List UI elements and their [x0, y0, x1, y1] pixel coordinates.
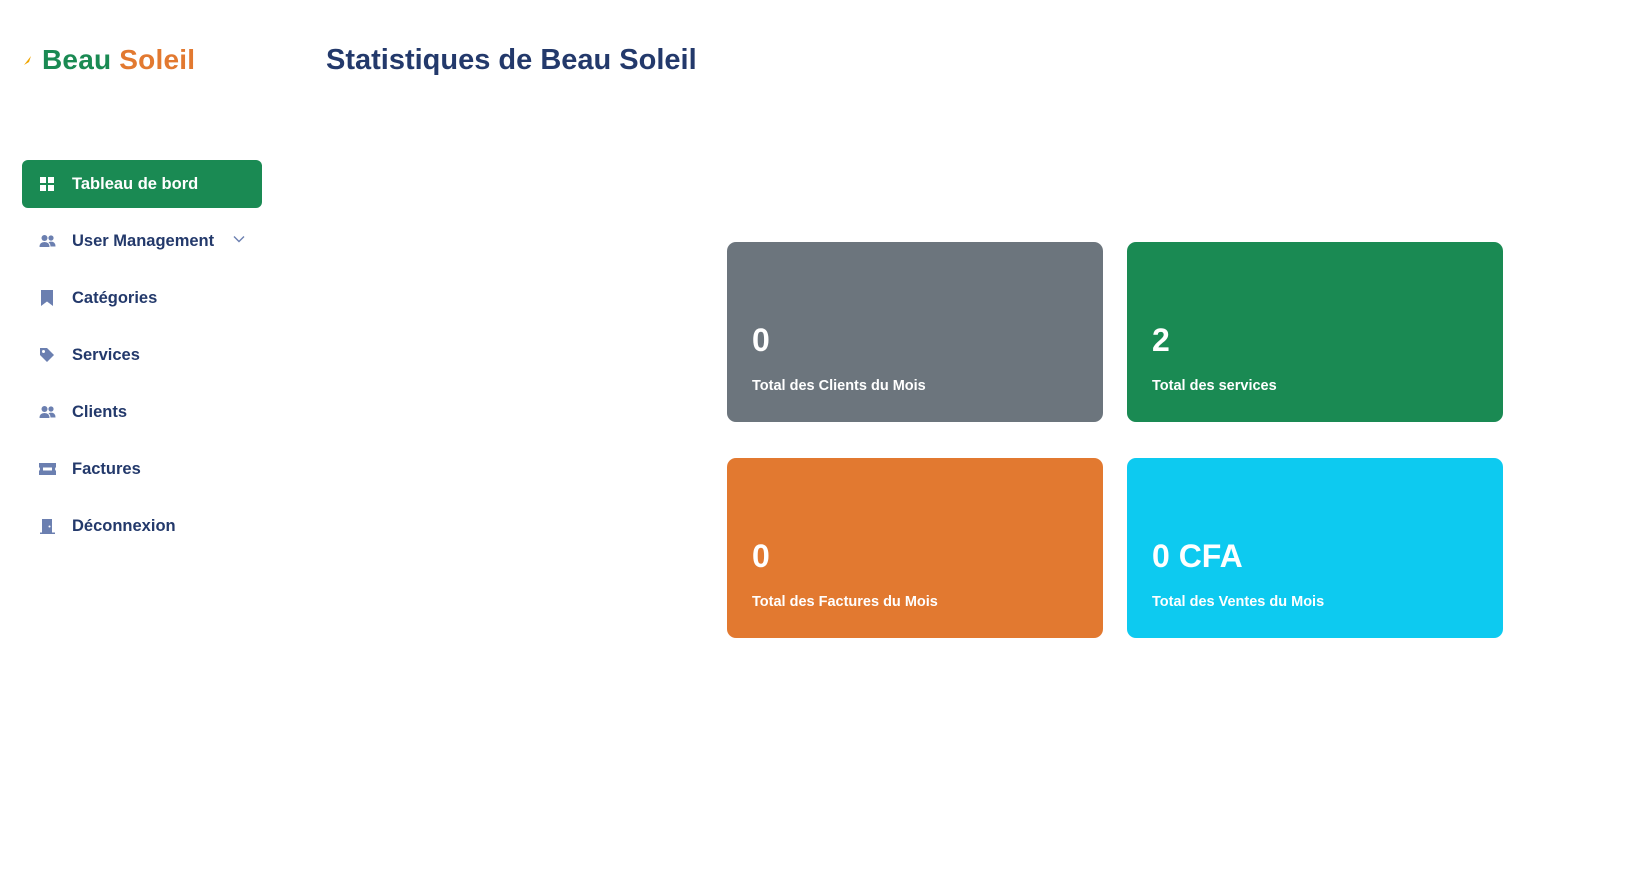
stat-card-clients: 0 Total des Clients du Mois — [727, 242, 1103, 422]
brand-logo[interactable]: Beau Soleil — [22, 44, 195, 76]
sidebar-item-factures[interactable]: Factures — [22, 445, 262, 493]
stats-grid: 0 Total des Clients du Mois 2 Total des … — [727, 242, 1503, 638]
sidebar-item-clients[interactable]: Clients — [22, 388, 262, 436]
stat-card-services: 2 Total des services — [1127, 242, 1503, 422]
stat-label: Total des Ventes du Mois — [1152, 594, 1325, 610]
bookmark-icon — [38, 289, 56, 307]
dashboard-grid-icon — [38, 175, 56, 193]
sidebar-item-dashboard[interactable]: Tableau de bord — [22, 160, 262, 208]
stat-value: 0 — [752, 538, 770, 574]
sun-ray-icon — [24, 56, 31, 65]
brand-word-beau: Beau — [42, 44, 112, 75]
brand-word-soleil: Soleil — [119, 44, 196, 75]
sidebar-item-label: Services — [72, 345, 140, 364]
sidebar-item-label: Catégories — [72, 288, 158, 307]
sidebar-item-label: Déconnexion — [72, 516, 176, 535]
stat-value: 0 — [752, 322, 770, 358]
stat-card-factures: 0 Total des Factures du Mois — [727, 458, 1103, 638]
sidebar-item-deconnexion[interactable]: Déconnexion — [22, 502, 262, 550]
stat-label: Total des services — [1152, 378, 1277, 394]
sidebar-item-services[interactable]: Services — [22, 331, 262, 379]
stat-label: Total des Clients du Mois — [752, 378, 926, 394]
stat-value: 2 — [1152, 322, 1170, 358]
users-icon — [38, 403, 56, 421]
door-icon — [38, 517, 56, 535]
sidebar-item-label: Factures — [72, 459, 141, 478]
sidebar-item-label: Tableau de bord — [72, 174, 199, 193]
ticket-icon — [38, 460, 56, 478]
users-icon — [38, 232, 56, 250]
stat-label: Total des Factures du Mois — [752, 594, 938, 610]
sidebar-item-user-management[interactable]: User Management — [22, 217, 262, 265]
sidebar-item-label: User Management — [72, 231, 215, 250]
stat-value: 0 CFA — [1152, 538, 1243, 574]
sidebar-item-label: Clients — [72, 402, 128, 421]
tag-icon — [38, 346, 56, 364]
page-title: Statistiques de Beau Soleil — [326, 44, 697, 76]
stat-card-ventes: 0 CFA Total des Ventes du Mois — [1127, 458, 1503, 638]
sidebar: Tableau de bord User Management Catégori… — [22, 160, 262, 559]
chevron-down-icon[interactable] — [232, 232, 246, 246]
sidebar-item-categories[interactable]: Catégories — [22, 274, 262, 322]
